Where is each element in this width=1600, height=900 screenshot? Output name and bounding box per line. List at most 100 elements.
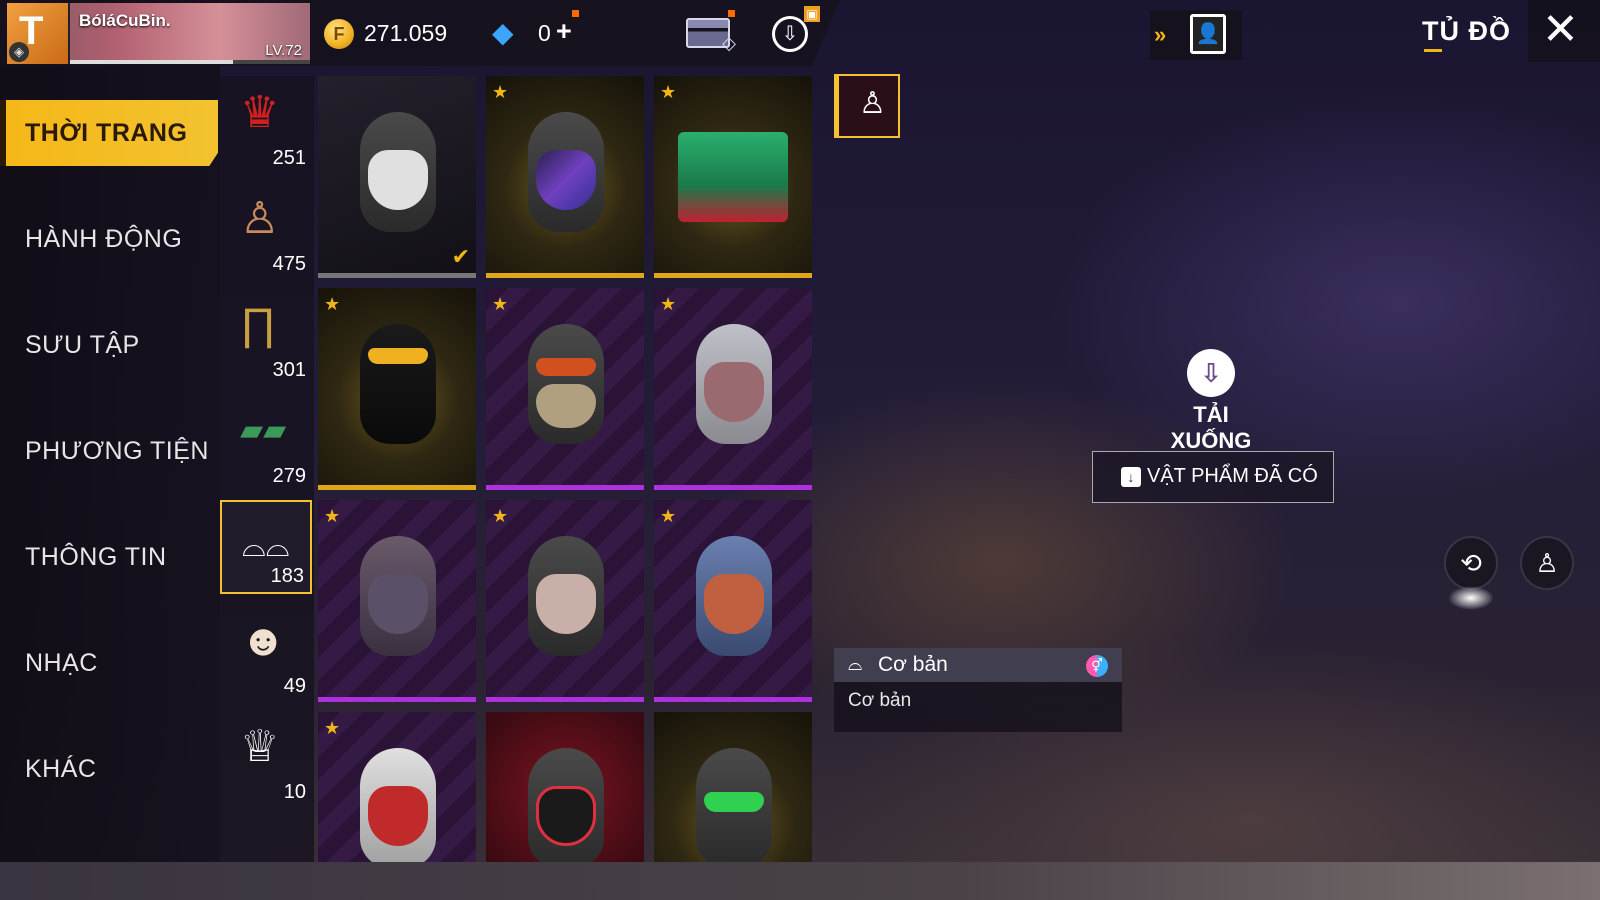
- diamond-icon: ◆: [492, 17, 514, 48]
- close-icon[interactable]: ✕: [1542, 8, 1579, 52]
- star-icon: ★: [324, 294, 341, 314]
- character-eye-icon: ♙: [1535, 548, 1559, 578]
- rarity-bar: [654, 273, 812, 278]
- diamond-amount: 0: [538, 20, 551, 46]
- mask-image: [368, 786, 428, 846]
- rarity-bar: [486, 273, 644, 278]
- star-icon: ★: [660, 294, 677, 314]
- avatar[interactable]: T ◈: [7, 3, 70, 64]
- category-outfit[interactable]: ♕ 10: [220, 714, 312, 808]
- grid-item[interactable]: [654, 712, 812, 862]
- mask-image: [678, 132, 788, 222]
- head-model: [360, 324, 436, 444]
- glasses-icon: ⌓: [848, 654, 863, 674]
- grid-item[interactable]: [486, 712, 644, 862]
- star-icon: ★: [324, 506, 341, 526]
- star-icon: ★: [492, 506, 509, 526]
- rotate-glow: [1448, 586, 1494, 610]
- mask-image: [536, 150, 596, 210]
- category-count: 301: [272, 359, 306, 381]
- unisex-icon: ⚥: [1086, 655, 1108, 677]
- mask-image: [704, 792, 764, 812]
- rarity-bar: [318, 485, 476, 490]
- grid-item[interactable]: ✔: [318, 76, 476, 278]
- category-shoes[interactable]: ▰▰ 279: [220, 398, 312, 492]
- add-diamond-button[interactable]: +: [556, 16, 572, 47]
- mask-image: [536, 358, 596, 376]
- player-name: BóláCuBin.: [79, 11, 171, 30]
- gold-coin-icon: F: [324, 19, 354, 49]
- grid-item[interactable]: ★: [486, 288, 644, 490]
- skull-mask-image: [536, 384, 596, 428]
- grid-item[interactable]: ★: [318, 500, 476, 702]
- grid-item[interactable]: ★: [654, 500, 812, 702]
- star-icon: ★: [660, 506, 677, 526]
- shoes-icon: ▰▰: [240, 414, 287, 447]
- grid-item[interactable]: ★: [486, 500, 644, 702]
- owned-items-label: VẬT PHẨM ĐÃ CÓ: [1147, 465, 1318, 487]
- rotate-view-button[interactable]: ⟲: [1444, 536, 1498, 590]
- category-glasses[interactable]: ⌓⌓ 183: [220, 500, 312, 594]
- rarity-bar: [318, 697, 476, 702]
- grid-item[interactable]: ★: [654, 76, 812, 278]
- menu-item-hanh-dong[interactable]: HÀNH ĐỘNG: [0, 206, 218, 272]
- item-grid: ✔ ★ ★ ★ ★ ★ ★ ★ ★ ★: [318, 76, 814, 862]
- item-info-header: ⌓ Cơ bản ⚥: [834, 648, 1122, 682]
- grid-item[interactable]: ★: [486, 76, 644, 278]
- menu-item-phuong-tien[interactable]: PHƯƠNG TIỆN: [0, 418, 218, 484]
- player-profile[interactable]: T ◈ BóláCuBin. LV.72: [7, 3, 310, 64]
- gift-icon[interactable]: ▣: [804, 6, 820, 22]
- category-face-paint[interactable]: ☻ 49: [220, 608, 312, 702]
- xp-fill: [70, 60, 234, 64]
- category-count: 279: [272, 465, 306, 487]
- rarity-bar: [486, 485, 644, 490]
- category-hair[interactable]: ♛ 251: [220, 80, 312, 174]
- rank-badge-icon: ◈: [9, 42, 29, 62]
- mask-image: [704, 362, 764, 422]
- star-icon: ★: [660, 82, 677, 102]
- equipped-check-icon: ✔: [451, 244, 470, 269]
- category-count: 251: [272, 147, 306, 169]
- item-description: Cơ bản: [848, 690, 912, 711]
- mask-image: [536, 786, 596, 846]
- rarity-bar: [486, 697, 644, 702]
- category-top[interactable]: ♙ 475: [220, 186, 312, 280]
- download-label[interactable]: TẢI XUỐNG: [1150, 402, 1272, 454]
- star-icon: ★: [492, 82, 509, 102]
- mask-image: [536, 574, 596, 634]
- menu-item-thong-tin[interactable]: THÔNG TIN: [0, 524, 218, 590]
- owned-items-button[interactable]: ↓ VẬT PHẨM ĐÃ CÓ: [1092, 451, 1334, 503]
- face-paint-icon: ☻: [240, 616, 287, 665]
- category-column: ♛ 251 ♙ 475 ∏ 301 ▰▰ 279 ⌓⌓ 183 ☻ 49 ♕ 1…: [220, 76, 314, 862]
- menu-item-thoi-trang[interactable]: THỜI TRANG: [0, 100, 218, 166]
- owned-download-icon: ↓: [1121, 467, 1141, 487]
- category-count: 49: [283, 675, 306, 697]
- card-notification-dot: [728, 10, 735, 17]
- rarity-bar: [318, 273, 476, 278]
- grid-item[interactable]: ★: [318, 712, 476, 862]
- category-count: 10: [283, 781, 306, 803]
- card-gem-icon: ◇: [722, 33, 736, 53]
- download-cloud-icon[interactable]: ⇩: [1187, 349, 1235, 397]
- diamond-notification-dot: [572, 10, 579, 17]
- menu-item-khac[interactable]: KHÁC: [0, 736, 218, 802]
- mask-image: [368, 348, 428, 364]
- grid-item[interactable]: ★: [318, 288, 476, 490]
- rarity-bar: [654, 697, 812, 702]
- character-view-button[interactable]: ♙: [1520, 536, 1574, 590]
- fast-forward-icon[interactable]: »: [1154, 22, 1166, 48]
- category-count: 475: [272, 253, 306, 275]
- download-cloud-icon[interactable]: ⇩: [772, 16, 808, 52]
- menu-item-suu-tap[interactable]: SƯU TẬP: [0, 312, 218, 378]
- membership-card-icon[interactable]: ◇: [686, 18, 736, 53]
- category-count: 183: [270, 565, 304, 587]
- menu-item-nhac[interactable]: NHẠC: [0, 630, 218, 696]
- mannequin-button[interactable]: ♙: [834, 74, 900, 138]
- title-underline: [1424, 49, 1442, 52]
- player-level: LV.72: [265, 42, 302, 59]
- character-portrait-icon[interactable]: 👤: [1190, 14, 1226, 54]
- grid-item[interactable]: ★: [654, 288, 812, 490]
- category-pants[interactable]: ∏ 301: [220, 292, 312, 386]
- gold-amount: 271.059: [364, 20, 448, 46]
- mannequin-icon: ♙: [859, 87, 886, 120]
